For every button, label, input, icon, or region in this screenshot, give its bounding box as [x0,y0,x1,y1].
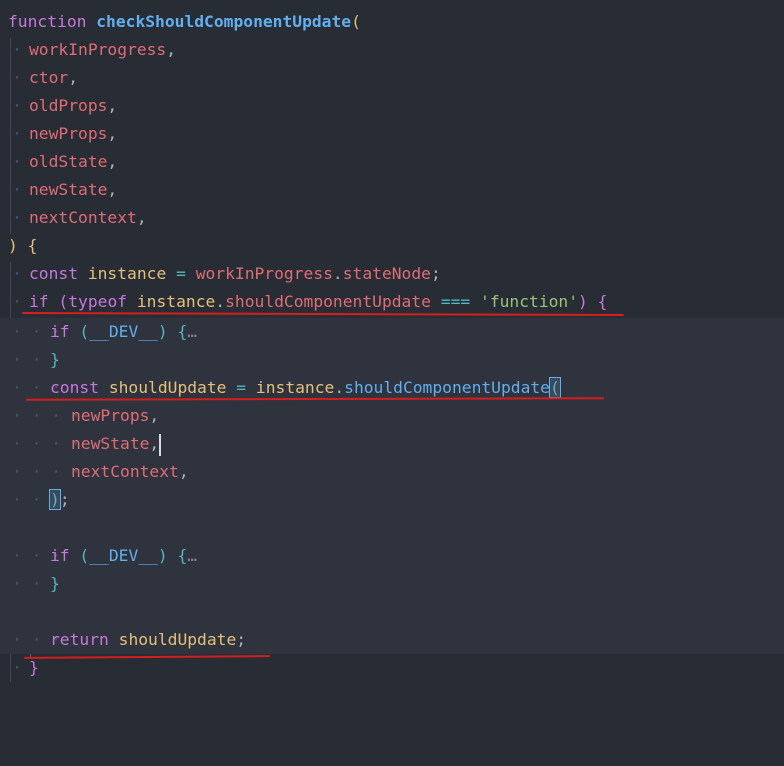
code-line[interactable]: function checkShouldComponentUpdate( [0,8,784,36]
code-line[interactable]: · oldProps, [0,92,784,120]
parameter: ctor [29,68,69,87]
code-line[interactable]: ) { [0,232,784,260]
parameter: oldState [29,152,108,171]
code-line[interactable] [0,598,784,626]
text-cursor [159,433,162,456]
parameter: workInProgress [29,40,167,59]
code-line[interactable]: · nextContext, [0,204,784,232]
code-line[interactable]: · · · if (__DEV__) {… [0,542,784,570]
code-line[interactable]: · · · · · newProps, [0,402,784,430]
code-line[interactable]: · · · return shouldUpdate; [0,626,784,654]
fold-ellipsis[interactable]: … [187,546,197,565]
parameter: oldProps [29,96,108,115]
code-line[interactable]: · · · ); [0,486,784,514]
code-line[interactable]: · newState, [0,176,784,204]
close-paren: ) [8,236,18,255]
code-line[interactable]: · oldState, [0,148,784,176]
function-name: checkShouldComponentUpdate [96,12,352,31]
code-line[interactable]: · · · · · nextContext, [0,458,784,486]
code-line[interactable]: · · · } [0,346,784,374]
matched-paren: ( [549,377,561,398]
matched-paren: ) [49,489,61,510]
code-line[interactable]: · workInProgress, [0,36,784,64]
code-line[interactable] [0,514,784,542]
parameter: newProps [29,124,108,143]
parameter: newState [29,180,108,199]
fold-ellipsis[interactable]: … [187,322,197,341]
code-line[interactable]: · const instance = workInProgress.stateN… [0,260,784,288]
code-line[interactable]: · ctor, [0,64,784,92]
code-line[interactable]: · · · · · newState, [0,430,784,458]
code-line[interactable]: · newProps, [0,120,784,148]
parameter: nextContext [29,208,137,227]
code-line[interactable]: · · · if (__DEV__) {… [0,318,784,346]
open-brace: { [27,236,38,255]
code-editor[interactable]: function checkShouldComponentUpdate( · w… [0,0,784,691]
keyword: function [8,12,87,31]
code-line[interactable]: · · · } [0,570,784,598]
open-paren: ( [351,12,361,31]
